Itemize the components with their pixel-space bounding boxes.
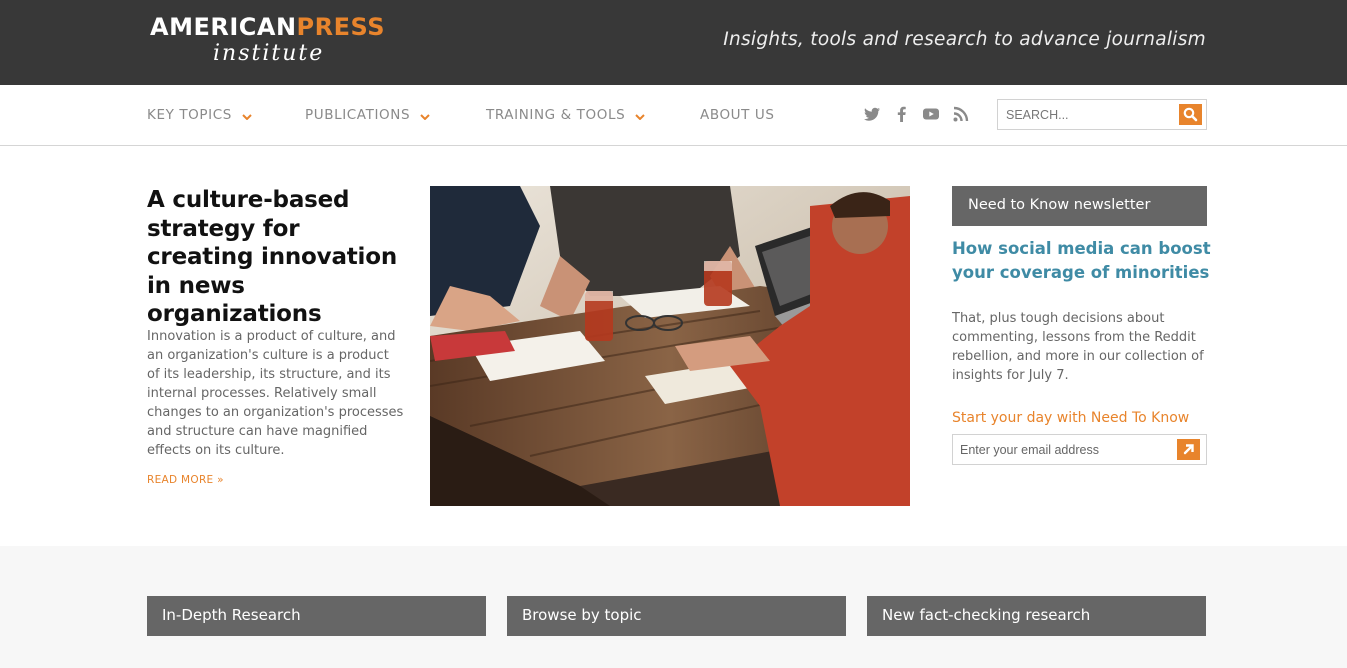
nav-publications[interactable]: PUBLICATIONS	[305, 107, 430, 123]
facebook-icon[interactable]	[893, 105, 911, 123]
nav-about-us-label: ABOUT US	[700, 107, 775, 123]
search-input[interactable]	[998, 100, 1178, 129]
box-fact-checking-research[interactable]: New fact-checking research	[867, 596, 1206, 636]
email-field[interactable]	[953, 435, 1173, 464]
chevron-down-icon	[242, 114, 252, 120]
logo-word-press: PRESS	[296, 13, 386, 41]
nav-training-tools[interactable]: TRAINING & TOOLS	[486, 107, 645, 123]
site-header: AMERICANPRESS institute Insights, tools …	[0, 0, 1347, 85]
chevron-down-icon	[635, 114, 645, 120]
nav-training-tools-label: TRAINING & TOOLS	[486, 107, 626, 123]
site-logo[interactable]: AMERICANPRESS institute	[150, 13, 390, 69]
newsletter-cta: Start your day with Need To Know	[952, 410, 1190, 426]
feature-photo-illustration	[430, 186, 910, 506]
youtube-icon[interactable]	[922, 105, 940, 123]
arrow-up-right-icon	[1183, 444, 1194, 455]
newsletter-signup-form	[952, 434, 1207, 465]
logo-institute: institute	[213, 41, 325, 66]
feature-photo[interactable]	[430, 186, 910, 506]
nav-key-topics-label: KEY TOPICS	[147, 107, 232, 123]
logo-wordmark: AMERICANPRESS	[150, 13, 385, 41]
search-box	[997, 99, 1207, 130]
box-browse-by-topic[interactable]: Browse by topic	[507, 596, 846, 636]
newsletter-header[interactable]: Need to Know newsletter	[952, 186, 1207, 226]
nav-publications-label: PUBLICATIONS	[305, 107, 411, 123]
site-tagline: Insights, tools and research to advance …	[723, 29, 1206, 50]
feature-summary: Innovation is a product of culture, and …	[147, 329, 404, 458]
read-more-link[interactable]: READ MORE »	[147, 474, 224, 486]
box-in-depth-research[interactable]: In-Depth Research	[147, 596, 486, 636]
subscribe-button[interactable]	[1177, 439, 1200, 460]
newsletter-headline[interactable]: How social media can boost your coverage…	[952, 237, 1212, 285]
feature-title[interactable]: A culture-based strategy for creating in…	[147, 186, 412, 329]
logo-word-american: AMERICAN	[150, 13, 297, 41]
twitter-icon[interactable]	[863, 105, 881, 123]
chevron-down-icon	[420, 114, 430, 120]
rss-icon[interactable]	[952, 105, 970, 123]
newsletter-summary: That, plus tough decisions about comment…	[952, 311, 1204, 383]
main-nav: KEY TOPICS PUBLICATIONS TRAINING & TOOLS…	[0, 85, 1347, 146]
nav-key-topics[interactable]: KEY TOPICS	[147, 107, 252, 123]
nav-about-us[interactable]: ABOUT US	[700, 107, 775, 123]
search-button[interactable]	[1179, 104, 1202, 125]
search-icon	[1183, 107, 1198, 122]
